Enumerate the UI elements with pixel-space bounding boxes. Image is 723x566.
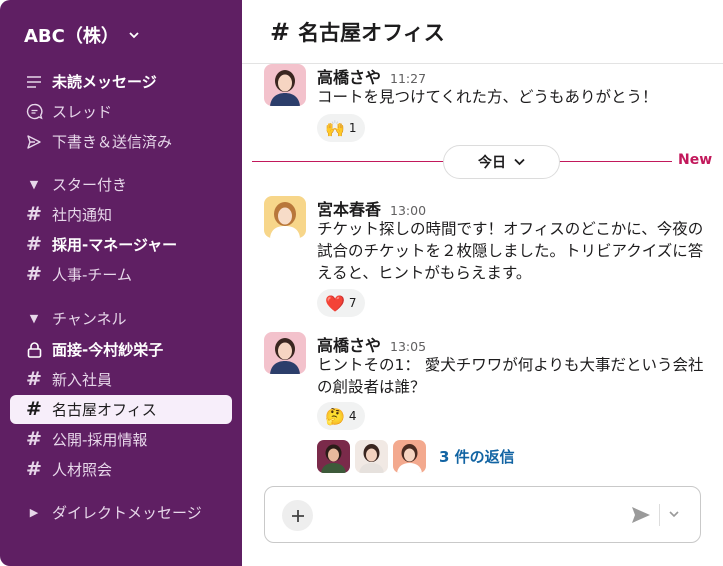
sender-name[interactable]: 宮本春香 — [317, 196, 381, 220]
caret-down-icon: ▼ — [29, 178, 39, 191]
thread-replies-link[interactable]: 3 件の返信 — [439, 446, 515, 467]
hash-icon: # — [26, 203, 42, 225]
sidebar-item-label: 新入社員 — [52, 371, 113, 389]
sidebar-item-label: 人材照会 — [52, 461, 113, 479]
message-header: 高橋さや 13:05 — [317, 332, 426, 356]
reaction-count: 1 — [348, 121, 357, 135]
message-header: 宮本春香 13:00 — [317, 196, 426, 220]
threads-icon — [24, 102, 44, 122]
reaction[interactable]: 🙌 1 — [317, 114, 365, 142]
reaction-count: 7 — [348, 296, 357, 310]
sidebar-item-label: 人事-チーム — [52, 266, 132, 284]
message-composer — [264, 486, 701, 543]
channel-header: # 名古屋オフィス — [242, 0, 723, 64]
new-label: New — [678, 152, 713, 168]
raised-hands-icon: 🙌 — [325, 118, 345, 138]
channel-title[interactable]: # 名古屋オフィス — [270, 17, 445, 47]
sidebar-item-label: 面接-今村紗栄子 — [52, 341, 164, 359]
avatar[interactable] — [264, 332, 306, 374]
sender-name[interactable]: 高橋さや — [317, 332, 381, 356]
sidebar-section-channels[interactable]: ▼ チャンネル — [10, 304, 232, 333]
reaction-count: 4 — [348, 409, 357, 423]
message-text: チケット探しの時間です！オフィスのどこかに、今夜の試合のチケットを２枚隠しました… — [317, 220, 704, 282]
reaction[interactable]: ❤️ 7 — [317, 289, 365, 317]
hash-icon: # — [270, 17, 291, 46]
send-icon — [24, 132, 44, 152]
message-header: 高橋さや 11:27 — [317, 64, 426, 88]
sidebar-item-label: 採用-マネージャー — [52, 236, 178, 254]
sidebar-item-label: 下書き＆送信済み — [52, 133, 173, 151]
avatar[interactable] — [264, 64, 306, 106]
workspace-name: ABC（株） — [24, 26, 119, 47]
message-input[interactable] — [321, 501, 621, 529]
sidebar-item-label: スレッド — [52, 103, 113, 121]
avatar — [317, 440, 350, 473]
sidebar-item-referrals[interactable]: # 人材照会 — [10, 455, 232, 484]
sidebar-item-label: チャンネル — [52, 310, 127, 328]
send-icon[interactable] — [630, 504, 652, 526]
hash-icon: # — [26, 233, 42, 255]
message-text: コートを見つけてくれた方、どうもありがとう！ — [317, 88, 658, 106]
hash-icon: # — [26, 428, 42, 450]
sidebar-item-nagoya-office[interactable]: # 名古屋オフィス — [10, 395, 232, 424]
unread-icon — [24, 72, 44, 92]
avatar[interactable] — [264, 196, 306, 238]
avatar — [393, 440, 426, 473]
timestamp[interactable]: 11:27 — [390, 71, 426, 86]
thread-summary[interactable]: 3 件の返信 — [317, 440, 515, 473]
chevron-down-icon[interactable] — [667, 507, 681, 521]
sidebar-item-public-jobs[interactable]: # 公開-採用情報 — [10, 425, 232, 454]
lock-icon — [24, 340, 44, 360]
sidebar-item-hr-team[interactable]: # 人事-チーム — [10, 260, 232, 289]
heart-icon: ❤️ — [325, 293, 345, 313]
sidebar: ABC（株） 未読メッセージ スレッド 下書き＆送信済み ▼ スター付き # 社… — [0, 0, 242, 566]
sidebar-item-hiring-managers[interactable]: # 採用-マネージャー — [10, 230, 232, 259]
avatar — [355, 440, 388, 473]
channel-view: # 名古屋オフィス 高橋さや 11:27 コートを見つけてくれた方、どうもありが… — [242, 0, 723, 566]
date-label: 今日 — [478, 155, 506, 171]
hash-icon: # — [26, 368, 42, 390]
caret-down-icon: ▼ — [29, 312, 39, 325]
sidebar-item-drafts[interactable]: 下書き＆送信済み — [10, 127, 232, 156]
sidebar-item-label: 社内通知 — [52, 206, 113, 224]
timestamp[interactable]: 13:05 — [390, 339, 426, 354]
chevron-down-icon — [514, 158, 525, 166]
sender-name[interactable]: 高橋さや — [317, 64, 381, 88]
sidebar-item-label: 公開-採用情報 — [52, 431, 148, 449]
reaction[interactable]: 🤔 4 — [317, 402, 365, 430]
thinking-face-icon: 🤔 — [325, 406, 345, 426]
hash-icon: # — [26, 458, 42, 480]
sidebar-item-label: 名古屋オフィス — [52, 401, 157, 419]
plus-icon — [291, 509, 304, 522]
workspace-switcher[interactable]: ABC（株） — [24, 22, 139, 48]
divider — [659, 504, 660, 526]
date-jump-button[interactable]: 今日 — [443, 145, 560, 179]
sidebar-section-direct-messages[interactable]: ▶ ダイレクトメッセージ — [10, 498, 232, 527]
sidebar-item-new-hires[interactable]: # 新入社員 — [10, 365, 232, 394]
sidebar-item-interview[interactable]: 面接-今村紗栄子 — [10, 335, 232, 364]
sidebar-section-starred[interactable]: ▼ スター付き — [10, 170, 232, 199]
message-text: ヒントその1： 愛犬チワワが何よりも大事だという会社の創設者は誰？ — [317, 356, 704, 396]
caret-right-icon: ▶ — [29, 506, 39, 519]
hash-icon: # — [26, 398, 42, 420]
sidebar-item-label: スター付き — [52, 176, 128, 194]
channel-name: 名古屋オフィス — [298, 20, 445, 45]
sidebar-item-label: 未読メッセージ — [52, 73, 157, 91]
sidebar-item-label: ダイレクトメッセージ — [52, 504, 202, 522]
timestamp[interactable]: 13:00 — [390, 203, 426, 218]
hash-icon: # — [26, 263, 42, 285]
sidebar-item-threads[interactable]: スレッド — [10, 97, 232, 126]
chevron-down-icon — [129, 32, 139, 39]
add-attachment-button[interactable] — [282, 500, 313, 531]
sidebar-item-company-news[interactable]: # 社内通知 — [10, 200, 232, 229]
sidebar-item-unread[interactable]: 未読メッセージ — [10, 67, 232, 96]
